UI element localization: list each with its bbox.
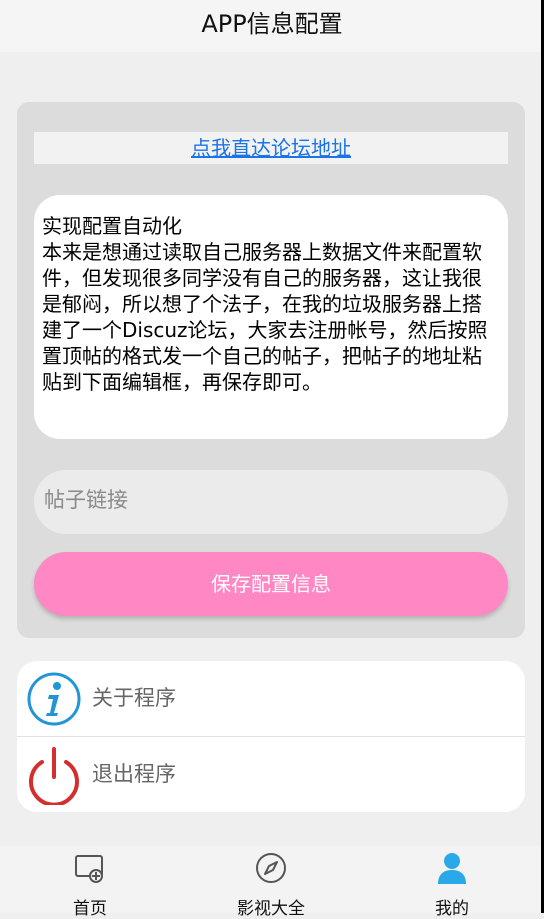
tab-movies[interactable]: 影视大全 xyxy=(211,846,331,919)
menu-item-label: 退出程序 xyxy=(92,762,176,786)
description-title: 实现配置自动化 xyxy=(42,214,182,238)
tab-label: 影视大全 xyxy=(237,899,305,919)
info-icon xyxy=(27,672,81,726)
description-body: 本来是想通过读取自己服务器上数据文件来配置软件，但发现很多同学没有自己的服务器，… xyxy=(42,240,488,394)
menu-card: 关于程序 退出程序 xyxy=(17,661,525,812)
post-link-input[interactable] xyxy=(42,487,486,513)
power-icon xyxy=(29,747,79,805)
post-link-field-wrapper xyxy=(34,470,508,534)
menu-item-label: 关于程序 xyxy=(92,686,176,710)
tab-mine[interactable]: 我的 xyxy=(392,846,512,919)
forum-link[interactable]: 点我直达论坛地址 xyxy=(191,136,351,160)
forum-link-bar: 点我直达论坛地址 xyxy=(34,132,508,164)
tab-home[interactable]: 首页 xyxy=(30,846,150,919)
save-config-button[interactable]: 保存配置信息 xyxy=(34,552,508,616)
user-icon xyxy=(438,853,466,884)
config-card: 点我直达论坛地址 实现配置自动化 本来是想通过读取自己服务器上数据文件来配置软件… xyxy=(17,102,525,638)
home-screen-icon xyxy=(75,855,103,883)
description-box: 实现配置自动化 本来是想通过读取自己服务器上数据文件来配置软件，但发现很多同学没… xyxy=(34,195,508,439)
menu-item-exit[interactable]: 退出程序 xyxy=(17,737,525,812)
bottom-tab-bar: 首页 影视大全 我的 xyxy=(0,846,544,919)
title-bar: APP信息配置 xyxy=(0,0,544,52)
tab-label: 我的 xyxy=(435,899,469,919)
tab-label: 首页 xyxy=(73,899,107,919)
compass-icon xyxy=(256,853,286,883)
page-title: APP信息配置 xyxy=(201,10,343,38)
menu-item-about[interactable]: 关于程序 xyxy=(17,661,525,737)
